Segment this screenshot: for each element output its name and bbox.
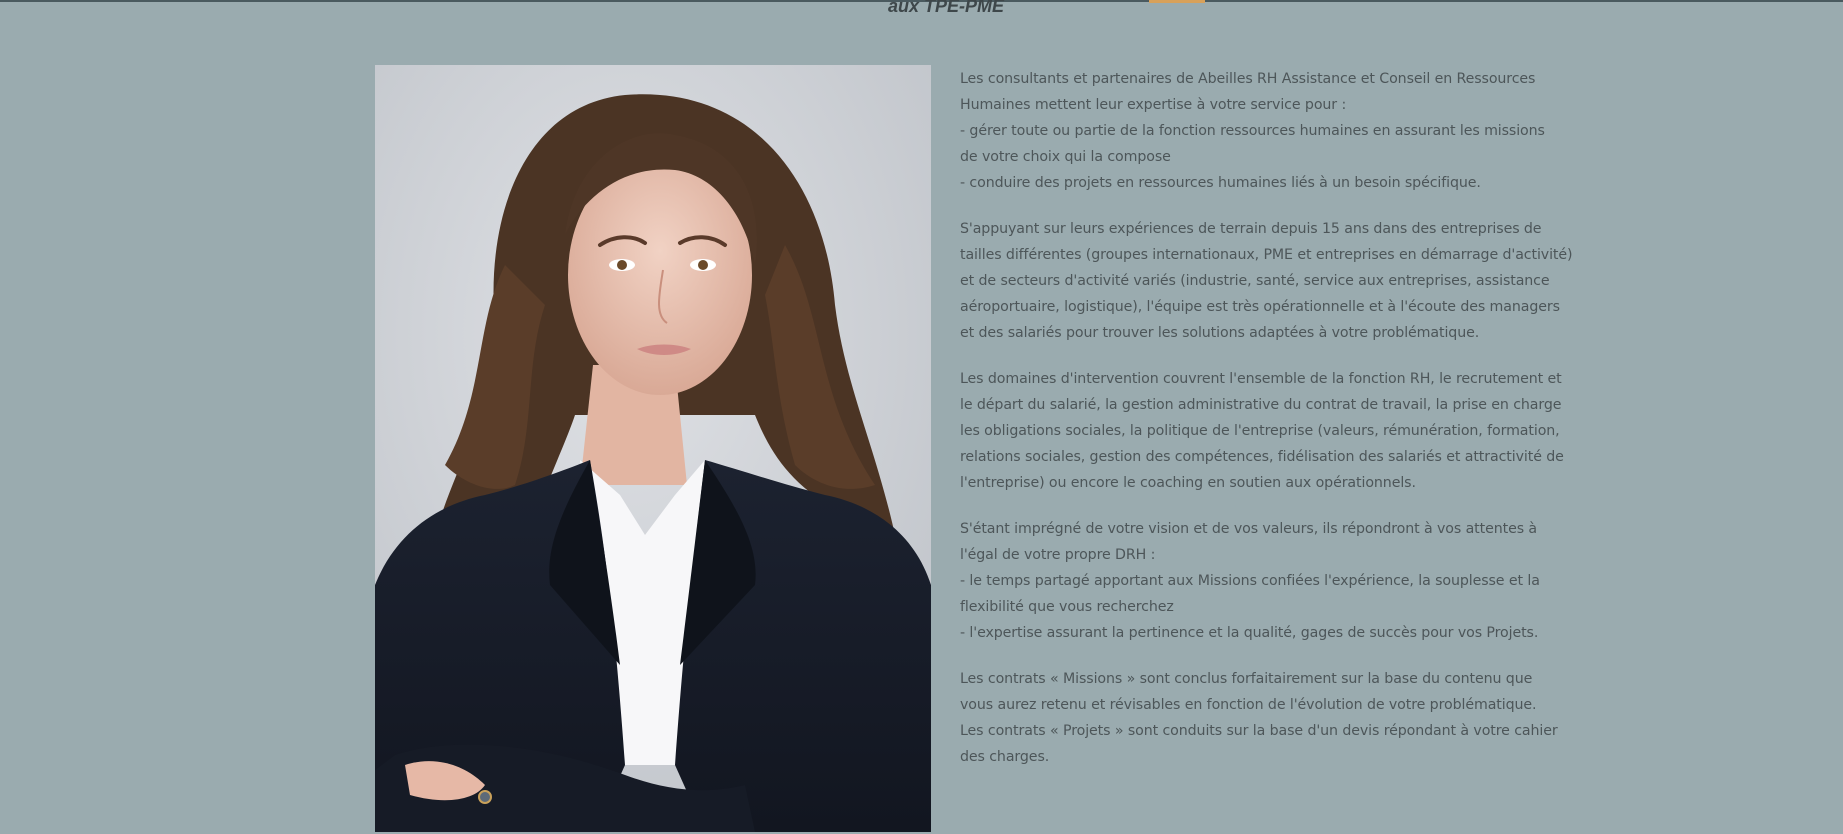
text-line: et de secteurs d'activité variés (indust… bbox=[960, 273, 1550, 289]
text-line: les obligations sociales, la politique d… bbox=[960, 423, 1560, 439]
text-line: le départ du salarié, la gestion adminis… bbox=[960, 397, 1562, 413]
text-line: vous aurez retenu et révisables en fonct… bbox=[960, 697, 1537, 713]
text-line: tailles différentes (groupes internation… bbox=[960, 247, 1573, 263]
paragraph-contracts: Les contrats « Missions » sont conclus f… bbox=[960, 666, 1558, 770]
text-line: l'entreprise) ou encore le coaching en s… bbox=[960, 475, 1416, 491]
portrait-illustration bbox=[375, 65, 931, 832]
text-line: Humaines mettent leur expertise à votre … bbox=[960, 97, 1347, 113]
text-line: Les contrats « Missions » sont conclus f… bbox=[960, 671, 1533, 687]
text-line: - l'expertise assurant la pertinence et … bbox=[960, 625, 1539, 641]
paragraph-domains: Les domaines d'intervention couvrent l'e… bbox=[960, 366, 1564, 496]
text-line: et des salariés pour trouver les solutio… bbox=[960, 325, 1480, 341]
text-line: Les consultants et partenaires de Abeill… bbox=[960, 71, 1536, 87]
paragraph-intro: Les consultants et partenaires de Abeill… bbox=[960, 66, 1545, 196]
text-line: de votre choix qui la compose bbox=[960, 149, 1171, 165]
text-line: aéroportuaire, logistique), l'équipe est… bbox=[960, 299, 1560, 315]
text-line: - conduire des projets en ressources hum… bbox=[960, 175, 1481, 191]
portrait-photo bbox=[375, 65, 931, 832]
text-line: - gérer toute ou partie de la fonction r… bbox=[960, 123, 1545, 139]
paragraph-experience: S'appuyant sur leurs expériences de terr… bbox=[960, 216, 1573, 346]
text-line: S'étant imprégné de votre vision et de v… bbox=[960, 521, 1538, 537]
paragraph-vision: S'étant imprégné de votre vision et de v… bbox=[960, 516, 1540, 646]
about-text: Les consultants et partenaires de Abeill… bbox=[960, 66, 1573, 790]
text-line: relations sociales, gestion des compéten… bbox=[960, 449, 1564, 465]
text-line: Les contrats « Projets » sont conduits s… bbox=[960, 723, 1558, 739]
text-line: S'appuyant sur leurs expériences de terr… bbox=[960, 221, 1542, 237]
text-line: flexibilité que vous recherchez bbox=[960, 599, 1174, 615]
text-line: - le temps partagé apportant aux Mission… bbox=[960, 573, 1540, 589]
page-tagline: aux TPE-PME bbox=[887, 0, 1005, 16]
text-line: l'égal de votre propre DRH : bbox=[960, 547, 1156, 563]
text-line: Les domaines d'intervention couvrent l'e… bbox=[960, 371, 1562, 387]
text-line: des charges. bbox=[960, 749, 1050, 765]
